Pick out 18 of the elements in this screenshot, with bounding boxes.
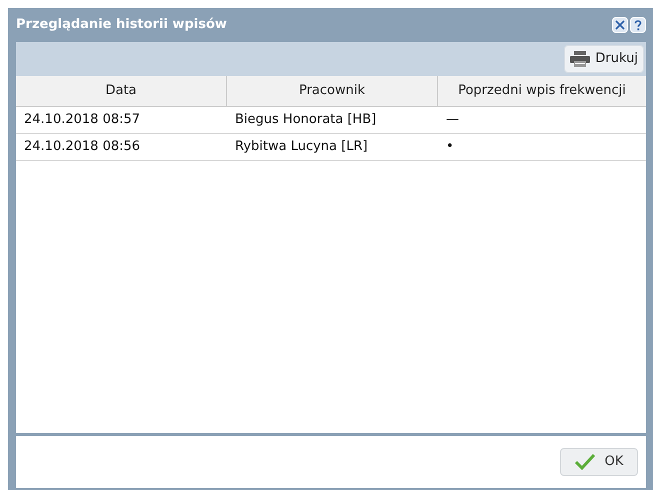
close-icon bbox=[615, 20, 625, 30]
table-cell-text: 24.10.2018 08:56 bbox=[24, 138, 140, 156]
table-cell-text: • bbox=[446, 138, 454, 156]
table-cell-text: 24.10.2018 08:57 bbox=[24, 111, 140, 130]
close-button[interactable] bbox=[612, 17, 628, 33]
print-button[interactable]: Drukuj bbox=[564, 45, 644, 73]
column-header[interactable]: Poprzedni wpis frekwencji bbox=[438, 76, 646, 106]
help-icon bbox=[634, 20, 642, 30]
printer-icon bbox=[570, 51, 590, 67]
table-cell-text: — bbox=[446, 111, 459, 130]
column-header[interactable]: Data bbox=[16, 76, 227, 106]
table-cell-text: Rybitwa Lucyna [LR] bbox=[235, 138, 368, 156]
ok-button[interactable]: OK bbox=[560, 448, 638, 476]
table-cell-text: Biegus Honorata [HB] bbox=[235, 111, 376, 130]
window-title: Przeglądanie historii wpisów bbox=[16, 16, 227, 34]
checkmark-icon bbox=[574, 454, 595, 470]
help-button[interactable] bbox=[630, 17, 646, 33]
column-header[interactable]: Pracownik bbox=[227, 76, 438, 106]
